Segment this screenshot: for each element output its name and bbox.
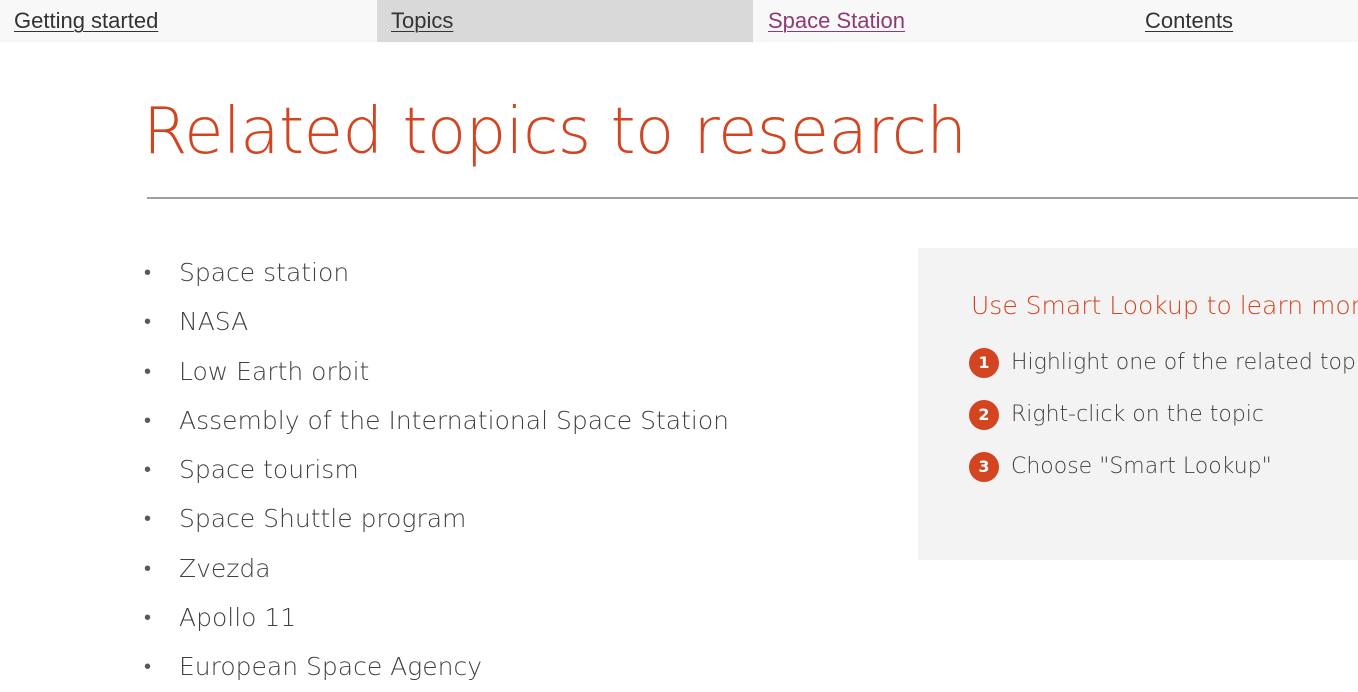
bullet-icon: • — [144, 309, 152, 334]
topic-item-space-tourism[interactable]: • Space tourism — [140, 445, 729, 494]
smart-lookup-panel: Use Smart Lookup to learn more 1 Highlig… — [918, 248, 1358, 560]
topic-label[interactable]: European Space Agency — [179, 652, 482, 681]
topic-item-space-shuttle-program[interactable]: • Space Shuttle program — [140, 494, 729, 543]
tab-space-station[interactable]: Space Station — [754, 0, 1130, 42]
bullet-icon: • — [144, 555, 152, 580]
topic-item-low-earth-orbit[interactable]: • Low Earth orbit — [140, 347, 729, 396]
smart-lookup-heading: Use Smart Lookup to learn more — [971, 291, 1358, 320]
topic-label[interactable]: Zvezda — [179, 554, 271, 583]
step-number-badge: 2 — [969, 400, 999, 430]
related-topics-list: • Space station • NASA • Low Earth orbit • A… — [140, 248, 729, 692]
bullet-icon: • — [144, 605, 152, 630]
bullet-icon: • — [144, 260, 152, 284]
bullet-icon: • — [144, 358, 152, 383]
bullet-icon: • — [144, 506, 152, 531]
tab-contents[interactable]: Contents — [1131, 0, 1358, 42]
topic-label[interactable]: Apollo 11 — [179, 603, 296, 632]
tab-topics[interactable]: Topics — [377, 0, 753, 42]
tab-getting-started[interactable]: Getting started — [0, 0, 376, 42]
bullet-icon: • — [144, 457, 152, 482]
topic-item-zvezda[interactable]: • Zvezda — [140, 544, 729, 593]
topic-label[interactable]: NASA — [179, 307, 248, 336]
topic-item-iss-assembly[interactable]: • Assembly of the International Space Sta… — [140, 396, 729, 445]
topic-label[interactable]: Assembly of the International Space Stat… — [179, 406, 729, 435]
bullet-icon: • — [144, 407, 152, 432]
topic-label[interactable]: Space Shuttle program — [179, 504, 466, 533]
topic-item-apollo-11[interactable]: • Apollo 11 — [140, 593, 729, 642]
step-text: Choose "Smart Lookup" — [1011, 454, 1272, 479]
step-number-badge: 1 — [969, 348, 999, 378]
topic-label[interactable]: Space tourism — [179, 455, 359, 484]
topic-item-esa[interactable]: • European Space Agency — [140, 642, 729, 691]
topic-item-space-station[interactable]: • Space station — [140, 248, 729, 297]
step-text: Right-click on the topic — [1011, 402, 1265, 427]
page-title: Related topics to research — [143, 95, 967, 169]
step-number-badge: 3 — [969, 452, 999, 482]
topic-label[interactable]: Low Earth orbit — [179, 357, 369, 386]
bullet-icon: • — [144, 654, 152, 679]
topic-label[interactable]: Space station — [179, 258, 349, 287]
step-text: Highlight one of the related topics — [1011, 350, 1358, 375]
title-divider — [147, 197, 1358, 199]
top-navigation: Getting started Topics Space Station Con… — [0, 0, 1358, 42]
topic-item-nasa[interactable]: • NASA — [140, 297, 729, 346]
